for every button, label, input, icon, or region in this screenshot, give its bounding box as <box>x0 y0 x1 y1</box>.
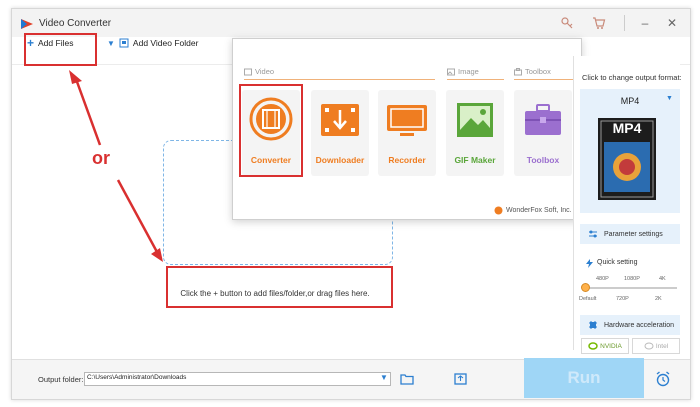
quality-1080p: 1080P <box>624 276 640 282</box>
toolbox-section-divider <box>514 79 578 80</box>
quality-720p: 720P <box>616 296 629 302</box>
image-section-icon <box>447 68 455 75</box>
output-folder-input[interactable]: C:\Users\Administrator\Downloads <box>84 372 391 386</box>
cart-icon[interactable] <box>592 16 606 30</box>
gif-maker-icon <box>457 103 493 137</box>
highlight-drop-hint <box>166 266 393 308</box>
alarm-clock-icon[interactable] <box>655 371 671 387</box>
open-folder-icon[interactable] <box>400 373 414 385</box>
nvidia-option[interactable]: NVIDIA <box>581 338 629 354</box>
format-dropdown-icon[interactable]: ▼ <box>666 95 673 102</box>
output-format-hint: Click to change output format: <box>582 73 682 82</box>
chip-icon <box>589 321 597 329</box>
tile-gif-maker-label: GIF Maker <box>454 155 496 165</box>
nvidia-logo-icon <box>588 342 598 350</box>
intel-logo-icon <box>644 342 654 350</box>
highlight-converter <box>239 84 303 177</box>
tile-toolbox-label: Toolbox <box>526 155 560 165</box>
video-section-divider <box>244 79 435 80</box>
dropdown-arrow-icon[interactable]: ▼ <box>107 39 115 48</box>
drop-hint-text: Click the + button to add files/folder,o… <box>180 289 370 298</box>
quick-setting-label: Quick setting <box>597 259 638 266</box>
wonderfox-logo-icon <box>494 206 503 215</box>
quality-slider-knob[interactable] <box>581 283 590 292</box>
minimize-button[interactable]: – <box>637 15 653 31</box>
folder-icon <box>119 38 129 48</box>
quality-slider-track[interactable] <box>585 287 677 289</box>
parameter-settings-button[interactable]: Parameter settings <box>580 224 680 244</box>
title-bar: Video Converter – ✕ <box>12 9 690 37</box>
quality-2k: 2K <box>655 296 662 302</box>
lightning-icon <box>586 259 593 268</box>
or-annotation: or <box>92 148 110 168</box>
recorder-icon <box>387 105 427 136</box>
section-video: Video <box>244 67 274 76</box>
add-folder-label: Add Video Folder <box>132 38 199 48</box>
popup-credit: WonderFox Soft, Inc. <box>494 206 572 215</box>
key-icon[interactable] <box>560 16 574 30</box>
run-button[interactable]: Run <box>524 358 644 398</box>
hardware-acceleration-button[interactable]: Hardware acceleration <box>580 315 680 335</box>
output-folder-label: Output folder: <box>38 375 84 384</box>
run-label: Run <box>567 368 601 387</box>
quality-480p: 480P <box>596 276 609 282</box>
section-toolbox: Toolbox <box>514 67 551 76</box>
output-folder-dropdown-icon[interactable]: ▼ <box>380 373 390 385</box>
quality-4k: 4K <box>659 276 666 282</box>
mp4-icon-text: MP4 <box>612 120 642 136</box>
quality-default: Default <box>579 296 597 302</box>
section-image: Image <box>447 67 479 76</box>
downloader-icon <box>321 104 359 136</box>
toolbox-section-icon <box>514 67 522 75</box>
tile-downloader-label: Downloader <box>315 155 365 165</box>
video-section-icon <box>244 68 252 75</box>
intel-option[interactable]: Intel <box>632 338 680 354</box>
toolbox-icon <box>525 104 561 135</box>
titlebar-divider <box>624 15 625 31</box>
app-logo-icon <box>21 19 33 29</box>
window-title: Video Converter <box>39 18 112 29</box>
tile-recorder-label: Recorder <box>388 155 426 165</box>
image-section-divider <box>447 79 504 80</box>
output-format-name: MP4 <box>620 96 640 106</box>
export-folder-icon[interactable] <box>454 373 467 385</box>
sliders-icon <box>589 230 597 238</box>
highlight-add-files <box>24 33 97 66</box>
close-button[interactable]: ✕ <box>664 15 680 31</box>
add-video-folder-button[interactable]: ▼ Add Video Folder <box>107 35 198 51</box>
